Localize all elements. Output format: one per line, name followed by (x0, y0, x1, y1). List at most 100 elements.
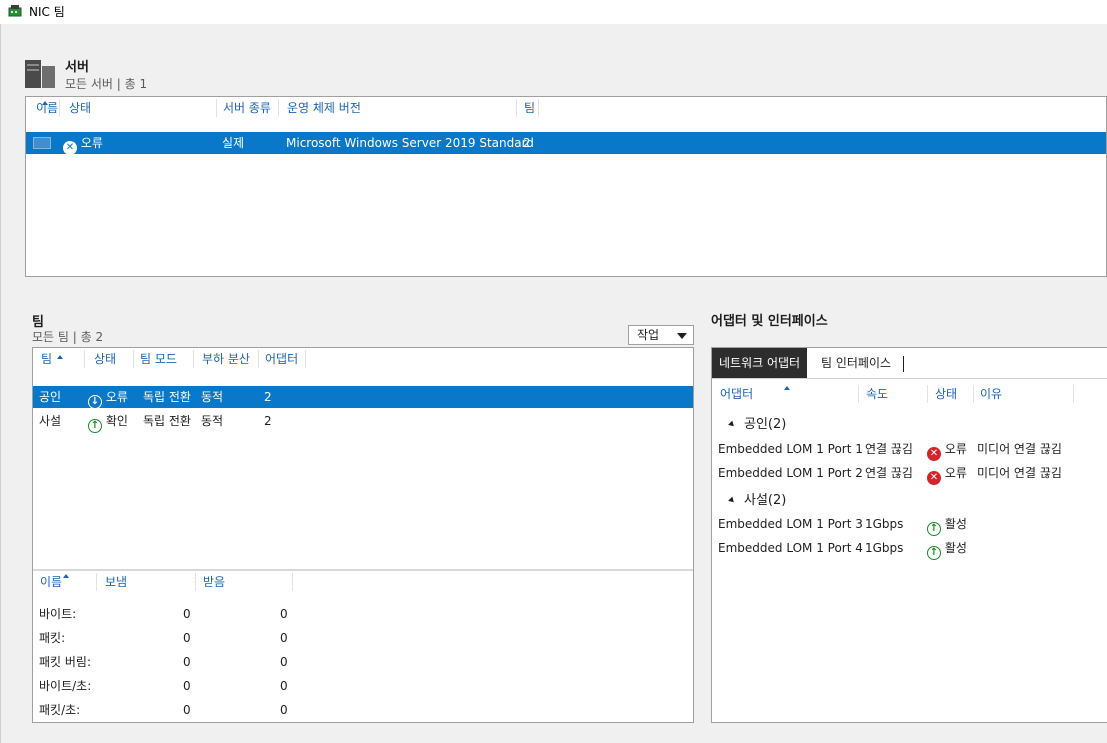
stat-row: 패킷: 0 0 (33, 627, 333, 649)
tab-network-adapters[interactable]: 네트워크 어댑터 (712, 348, 808, 378)
adapters-list[interactable]: 어댑터 속도 상태 이유 공인(2) Embedded LOM 1 Port 1… (712, 383, 1107, 723)
stat-received: 0 (280, 655, 288, 669)
stat-label: 패킷/초: (39, 703, 81, 717)
stat-label: 바이트: (39, 607, 77, 621)
team-mode: 독립 전환 (143, 390, 191, 404)
column-separator (258, 350, 259, 368)
stat-sent: 0 (183, 703, 191, 717)
window-title: NIC 팀 (29, 5, 65, 19)
server-row[interactable]: ✕ 오류 실제 Microsoft Windows Server 2019 St… (26, 132, 1106, 155)
arrow-down-circle-icon: ↓ (88, 395, 102, 409)
stat-sent: 0 (183, 679, 191, 693)
server-type: 실제 (222, 136, 245, 150)
window-left-edge (0, 24, 1, 743)
tab-team-interfaces[interactable]: 팀 인터페이스 (814, 348, 898, 378)
column-header-load-balancing[interactable]: 부하 분산 (197, 348, 250, 370)
adapter-name: Embedded LOM 1 Port 1 (718, 442, 863, 456)
stat-received: 0 (280, 703, 288, 717)
team-name: 사설 (39, 414, 62, 428)
sort-asc-icon (63, 574, 69, 578)
collapse-triangle-icon[interactable] (728, 496, 736, 505)
stat-sent: 0 (183, 607, 191, 621)
adapter-name: Embedded LOM 1 Port 4 (718, 541, 863, 555)
team-status-label: 확인 (105, 414, 128, 428)
team-status: ↑ 확인 (88, 410, 128, 433)
group-name: 공인(2) (744, 417, 787, 432)
server-os: Microsoft Windows Server 2019 Standard (286, 136, 534, 150)
adapter-status: ✕ 오류 (927, 438, 967, 461)
tasks-dropdown-label: 작업 (637, 328, 660, 342)
servers-list[interactable]: 이름 상태 서버 종류 운영 체제 버전 팀 ✕ 오류 실제 Microsoft… (25, 96, 1107, 277)
stat-label: 패킷 버림: (39, 655, 92, 669)
column-header-team-mode[interactable]: 팀 모드 (135, 348, 177, 370)
adapter-name: Embedded LOM 1 Port 2 (718, 466, 863, 480)
adapter-row[interactable]: Embedded LOM 1 Port 4 1Gbps ↑ 활성 (712, 537, 1107, 560)
adapter-row[interactable]: Embedded LOM 1 Port 1 연결 끊김 ✕ 오류 미디어 연결 … (712, 438, 1107, 461)
adapters-title: 어댑터 및 인터페이스 (711, 314, 828, 329)
adapter-status-label: 오류 (944, 466, 967, 480)
column-separator (516, 99, 517, 117)
tasks-dropdown[interactable]: 작업 (628, 325, 694, 345)
collapse-triangle-icon[interactable] (728, 420, 736, 429)
title-bar: NIC 팀 (0, 0, 1107, 24)
column-header-server-type[interactable]: 서버 종류 (218, 97, 271, 119)
column-header-status[interactable]: 상태 (930, 383, 957, 405)
column-header-reason[interactable]: 이유 (975, 383, 1002, 405)
sort-asc-icon (42, 101, 48, 105)
column-header-name[interactable]: 이름 (35, 571, 62, 593)
column-separator (538, 99, 539, 117)
adapter-row[interactable]: Embedded LOM 1 Port 2 연결 끊김 ✕ 오류 미디어 연결 … (712, 462, 1107, 485)
chevron-down-icon (677, 333, 687, 339)
stat-sent: 0 (183, 655, 191, 669)
column-header-received[interactable]: 받음 (198, 571, 225, 593)
servers-subtitle: 모든 서버 | 총 1 (65, 77, 148, 91)
team-row[interactable]: 공인 ↓ 오류 독립 전환 동적 2 (33, 386, 693, 409)
servers-title: 서버 (65, 60, 89, 75)
column-header-team[interactable]: 팀 (36, 348, 52, 370)
column-header-adapters[interactable]: 어댑터 (260, 348, 298, 370)
error-circle-icon: ✕ (927, 471, 941, 485)
column-header-status[interactable]: 상태 (89, 348, 116, 370)
column-header-teams[interactable]: 팀 (519, 97, 535, 119)
stat-label: 바이트/초: (39, 679, 92, 693)
team-name: 공인 (39, 390, 62, 404)
adapters-panel: 네트워크 어댑터 팀 인터페이스 어댑터 속도 상태 이유 공인(2) Embe… (711, 347, 1107, 723)
team-status: ↓ 오류 (88, 386, 128, 409)
team-statistics: 이름 보냄 받음 바이트: 0 0 패킷: 0 0 패킷 버림: 0 0 바이트… (33, 571, 693, 722)
column-separator (59, 99, 60, 117)
tab-strip-border (712, 378, 1107, 379)
column-header-speed[interactable]: 속도 (861, 383, 888, 405)
adapter-status: ↑ 활성 (927, 513, 967, 536)
group-header[interactable]: 사설(2) (728, 490, 787, 512)
column-separator (84, 350, 85, 368)
group-name: 사설(2) (744, 493, 787, 508)
column-separator (858, 385, 859, 403)
adapter-status-label: 활성 (944, 541, 967, 555)
column-header-sent[interactable]: 보냄 (100, 571, 127, 593)
stat-row: 패킷/초: 0 0 (33, 699, 333, 721)
column-separator (278, 99, 279, 117)
column-header-status[interactable]: 상태 (64, 97, 91, 119)
adapter-row[interactable]: Embedded LOM 1 Port 3 1Gbps ↑ 활성 (712, 513, 1107, 536)
sort-asc-icon (784, 386, 790, 390)
stat-row: 바이트/초: 0 0 (33, 675, 333, 697)
arrow-up-circle-icon: ↑ (927, 546, 941, 560)
adapter-reason: 미디어 연결 끊김 (977, 466, 1062, 480)
team-adapter-count: 2 (264, 390, 272, 404)
teams-list[interactable]: 팀 상태 팀 모드 부하 분산 어댑터 공인 ↓ 오류 독립 전환 동적 2 사… (33, 348, 693, 569)
adapter-speed: 연결 끊김 (865, 466, 913, 480)
server-icon (25, 60, 55, 88)
sort-asc-icon (57, 355, 63, 359)
arrow-up-circle-icon: ↑ (927, 522, 941, 536)
server-row-icon (33, 137, 51, 149)
team-row[interactable]: 사설 ↑ 확인 독립 전환 동적 2 (33, 410, 693, 433)
group-header[interactable]: 공인(2) (728, 414, 787, 436)
team-load-balancing: 동적 (201, 414, 224, 428)
adapter-status-label: 오류 (944, 442, 967, 456)
column-separator (1073, 385, 1074, 403)
team-load-balancing: 동적 (201, 390, 224, 404)
column-header-os-version[interactable]: 운영 체제 버전 (282, 97, 361, 119)
adapter-reason: 미디어 연결 끊김 (977, 442, 1062, 456)
column-header-adapter[interactable]: 어댑터 (715, 383, 753, 405)
column-separator (927, 385, 928, 403)
